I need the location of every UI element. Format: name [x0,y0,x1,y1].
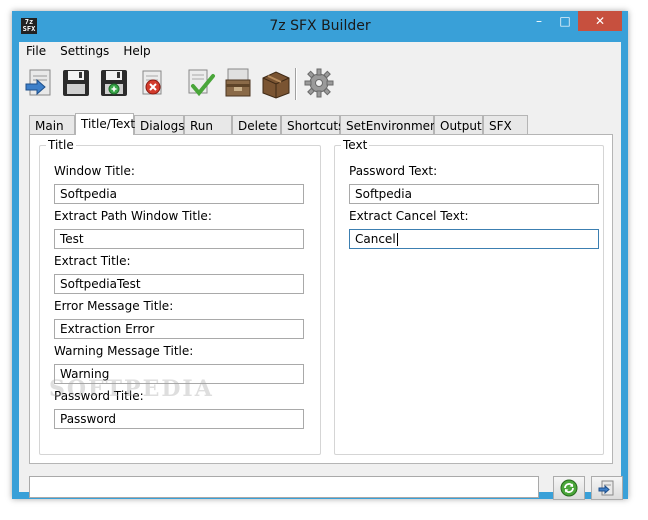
watermark: SOFTPEDIA [49,376,214,402]
box-icon [262,71,290,99]
build-sfx-button[interactable] [591,476,623,500]
title-text-panel: Title Window Title: Softpedia Extract Pa… [29,134,613,464]
extract-path-window-title-label: Extract Path Window Title: [54,209,212,223]
menu-help[interactable]: Help [116,42,157,62]
build-icon [598,480,614,496]
password-text-label: Password Text: [349,164,438,178]
title-group-heading: Title [46,138,76,152]
password-text-input[interactable]: Softpedia [349,184,599,204]
open-project-icon [25,69,51,96]
gear-icon [304,68,334,98]
status-field[interactable] [29,476,539,498]
extract-cancel-text-label: Extract Cancel Text: [349,209,469,223]
maximize-button[interactable]: □ [552,11,578,31]
archive-icon [225,68,251,97]
save-as-button[interactable] [97,66,131,100]
window-controls: – □ ✕ [526,11,622,32]
title-bar[interactable]: 7z SFX 7z SFX Builder – □ ✕ [12,11,628,42]
menu-bar: File Settings Help [19,42,621,62]
tab-shortcuts[interactable]: Shortcuts [281,115,344,134]
warning-message-title-label: Warning Message Title: [54,344,194,358]
window-title-input[interactable]: Softpedia [54,184,304,204]
error-message-title-input[interactable]: Extraction Error [54,319,304,339]
text-group-heading: Text [341,138,370,152]
refresh-button[interactable] [553,476,585,500]
tab-set-environment[interactable]: SetEnvironment [340,115,442,134]
settings-button[interactable] [302,66,336,100]
maximize-icon: □ [559,14,571,28]
save-as-icon [101,70,127,96]
save-button[interactable] [59,66,93,100]
menu-settings[interactable]: Settings [53,42,116,62]
tab-output[interactable]: Output [434,115,483,134]
password-title-input[interactable]: Password [54,409,304,429]
menu-file[interactable]: File [19,42,53,62]
delete-icon [142,70,162,95]
app-window: 7z SFX 7z SFX Builder – □ ✕ File Setting… [12,11,628,500]
tab-sfx[interactable]: SFX [483,115,528,134]
tab-title-text[interactable]: Title/Text [75,113,135,135]
tab-delete[interactable]: Delete [232,115,281,134]
tab-main[interactable]: Main [29,115,75,134]
client-area: File Settings Help Main Title/Text Dialo… [19,42,623,500]
extract-path-window-title-input[interactable]: Test [54,229,304,249]
open-project-button[interactable] [23,66,57,100]
toolbar [19,64,621,106]
tab-run[interactable]: Run [184,115,232,134]
delete-button[interactable] [135,66,169,100]
extract-title-input[interactable]: SoftpediaTest [54,274,304,294]
check-icon [188,69,215,97]
close-icon: ✕ [594,14,606,28]
window-title-label: Window Title: [54,164,135,178]
check-button[interactable] [183,66,217,100]
extract-cancel-text-value: Cancel [355,232,396,246]
minimize-icon: – [536,14,542,28]
tab-dialogs[interactable]: Dialogs [134,115,184,134]
toolbar-separator [295,68,297,100]
text-group: Text Password Text: Softpedia Extract Ca… [334,138,604,455]
box-button[interactable] [259,66,293,100]
title-group: Title Window Title: Softpedia Extract Pa… [39,138,321,455]
minimize-button[interactable]: – [526,11,552,31]
close-button[interactable]: ✕ [578,11,622,31]
error-message-title-label: Error Message Title: [54,299,174,313]
archive-button[interactable] [221,66,255,100]
extract-cancel-text-input[interactable]: Cancel [349,229,599,249]
extract-title-label: Extract Title: [54,254,131,268]
save-icon [63,70,89,96]
text-caret [396,233,398,246]
refresh-icon [560,479,578,497]
